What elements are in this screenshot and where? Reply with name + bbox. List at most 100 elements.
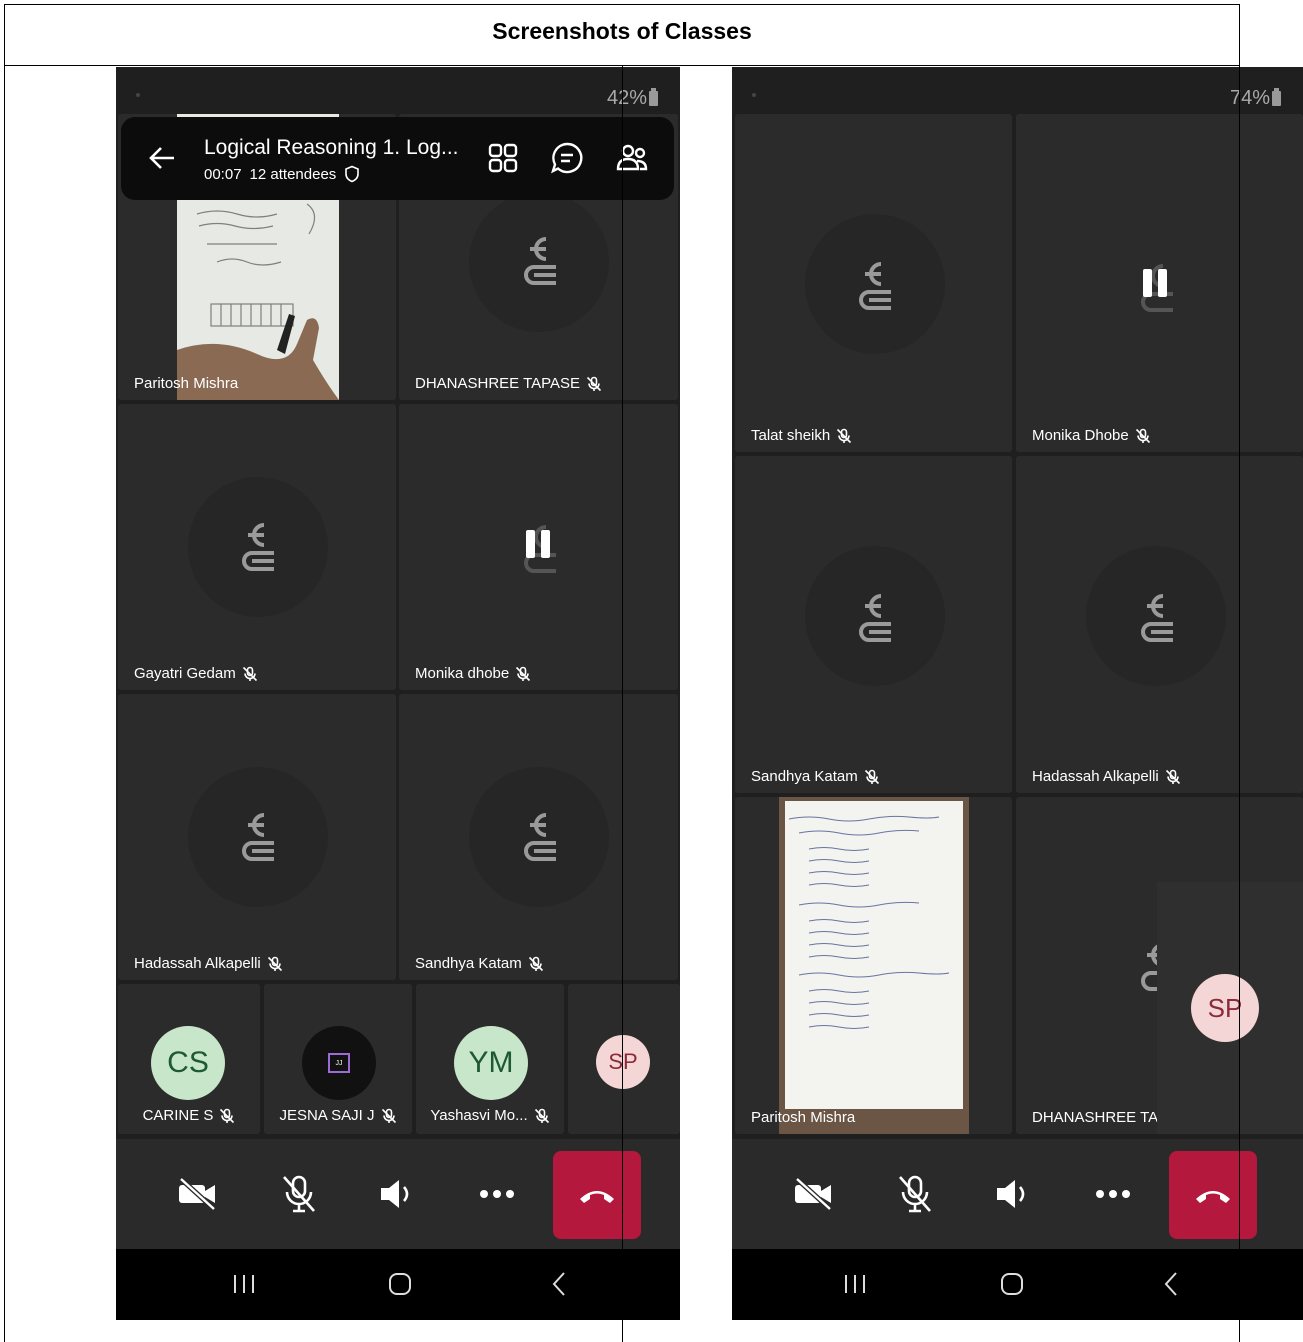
participant-name-label: Paritosh Mishra [134, 375, 239, 392]
grid-view-icon[interactable] [486, 141, 520, 175]
recent-apps-icon[interactable] [229, 1269, 259, 1299]
home-icon[interactable] [997, 1269, 1027, 1299]
person-icon [242, 523, 274, 571]
participant-name-label: Hadassah Alkapelli [134, 955, 283, 972]
participant-name-label: Sandhya Katam [415, 955, 544, 972]
avatar-initials: YM [454, 1026, 528, 1100]
battery-indicator: 42% [607, 87, 658, 110]
mic-off-icon [242, 666, 257, 681]
mic-off-icon [220, 1108, 235, 1123]
small-tile-yashasvi[interactable]: YM Yashasvi Mo... [416, 984, 564, 1134]
shield-icon [345, 165, 360, 183]
table-right-border [1239, 66, 1240, 1342]
status-dot [136, 93, 140, 97]
android-navigation-bar [732, 1249, 1303, 1320]
avatar-initials-small: JJ [328, 1053, 350, 1073]
person-icon [859, 594, 891, 642]
hang-up-button[interactable] [553, 1151, 641, 1239]
more-options-icon[interactable] [1091, 1172, 1135, 1216]
video-tile-gayatri[interactable]: Gayatri Gedam [118, 404, 396, 690]
video-tile-monika[interactable]: Monika Dhobe [1016, 114, 1303, 452]
meeting-header-bar: Logical Reasoning 1. Log... 00:07 12 att… [121, 117, 674, 200]
android-navigation-bar [116, 1249, 680, 1320]
video-tile-monika[interactable]: Monika dhobe [399, 404, 678, 690]
small-tile-carine[interactable]: CS CARINE S [118, 984, 260, 1134]
battery-percent: 74% [1229, 87, 1270, 109]
status-dot [752, 93, 756, 97]
video-tile-hadassah[interactable]: Hadassah Alkapelli [118, 694, 396, 980]
participants-icon[interactable] [615, 141, 649, 175]
meeting-title: Logical Reasoning 1. Log... [204, 136, 459, 159]
video-tile-sandhya[interactable]: Sandhya Katam [735, 456, 1012, 793]
self-view-tile[interactable]: SP [1157, 882, 1303, 1134]
avatar-jesna: JJ [302, 1026, 376, 1100]
video-tile-paritosh[interactable]: Paritosh Mishra [735, 797, 1012, 1134]
video-tile-talat[interactable]: Talat sheikh [735, 114, 1012, 452]
call-controls-bar [732, 1139, 1303, 1249]
document-title: Screenshots of Classes [492, 18, 752, 44]
mic-off-icon [1165, 769, 1180, 784]
mic-off-icon [586, 376, 602, 391]
phone-screenshot-2: 74% Talat sheikh Monika Dhobe Sandhya Ka… [732, 67, 1303, 1320]
small-tile-self[interactable]: SP [568, 984, 680, 1134]
small-tile-jesna[interactable]: JJ JESNA SAJI J [264, 984, 412, 1134]
battery-icon [649, 88, 658, 106]
microphone-off-icon[interactable] [277, 1172, 321, 1216]
back-icon[interactable] [1156, 1269, 1186, 1299]
battery-percent: 42% [606, 87, 647, 109]
participant-name-label: Sandhya Katam [751, 768, 880, 785]
pause-icon [526, 530, 550, 558]
participant-name-label: CARINE S [118, 1107, 260, 1124]
back-arrow-icon[interactable] [147, 143, 177, 179]
hang-up-button[interactable] [1169, 1151, 1257, 1239]
phone-hangup-icon [580, 1191, 614, 1203]
participant-name-label: Monika Dhobe [1032, 427, 1151, 444]
phone-screenshot-1: 42% Paritosh Mishra DHANASHREE TAPASE Lo… [116, 67, 680, 1320]
participant-name-label: Paritosh Mishra [751, 1109, 856, 1126]
mic-off-icon [837, 428, 852, 443]
person-icon [524, 237, 556, 285]
mic-off-icon [267, 956, 282, 971]
mic-off-icon [516, 666, 531, 681]
participant-name-label: Talat sheikh [751, 427, 852, 444]
teacher-video-feed [779, 797, 969, 1134]
mic-off-icon [534, 1108, 549, 1123]
avatar-initials: SP [1191, 974, 1259, 1042]
phone-hangup-icon [1196, 1191, 1230, 1203]
participant-name-label: DHANASHREE TA [1032, 1109, 1159, 1126]
recent-apps-icon[interactable] [840, 1269, 870, 1299]
home-icon[interactable] [385, 1269, 415, 1299]
mic-off-icon [1135, 428, 1150, 443]
document-title-row: Screenshots of Classes [4, 4, 1240, 66]
pause-icon [1143, 269, 1167, 297]
avatar-initials: CS [151, 1026, 225, 1100]
participant-name-label: Yashasvi Mo... [416, 1107, 564, 1124]
mic-off-icon [864, 769, 879, 784]
speaker-icon[interactable] [375, 1172, 419, 1216]
participant-name-label: Hadassah Alkapelli [1032, 768, 1181, 785]
mic-off-icon [528, 956, 543, 971]
person-icon [242, 813, 274, 861]
battery-indicator: 74% [1230, 87, 1281, 110]
participant-name-label: Monika dhobe [415, 665, 531, 682]
back-icon[interactable] [544, 1269, 574, 1299]
table-column-divider [622, 66, 623, 1342]
camera-off-icon[interactable] [176, 1172, 220, 1216]
mic-off-icon [381, 1108, 396, 1123]
speaker-icon[interactable] [991, 1172, 1035, 1216]
camera-off-icon[interactable] [792, 1172, 836, 1216]
video-tile-hadassah[interactable]: Hadassah Alkapelli [1016, 456, 1303, 793]
chat-icon[interactable] [550, 141, 584, 175]
more-options-icon[interactable] [475, 1172, 519, 1216]
meeting-subtitle: 00:07 12 attendees [204, 165, 360, 183]
status-bar: 74% [732, 67, 1303, 113]
meeting-timer: 00:07 [204, 165, 242, 183]
attendee-count: 12 attendees [249, 165, 337, 183]
person-icon [524, 813, 556, 861]
avatar-initials: SP [596, 1035, 650, 1089]
handwritten-notes-image [779, 797, 969, 1134]
participant-name-label: Gayatri Gedam [134, 665, 258, 682]
call-controls-bar [116, 1139, 680, 1249]
video-tile-sandhya[interactable]: Sandhya Katam [399, 694, 678, 980]
microphone-off-icon[interactable] [893, 1172, 937, 1216]
